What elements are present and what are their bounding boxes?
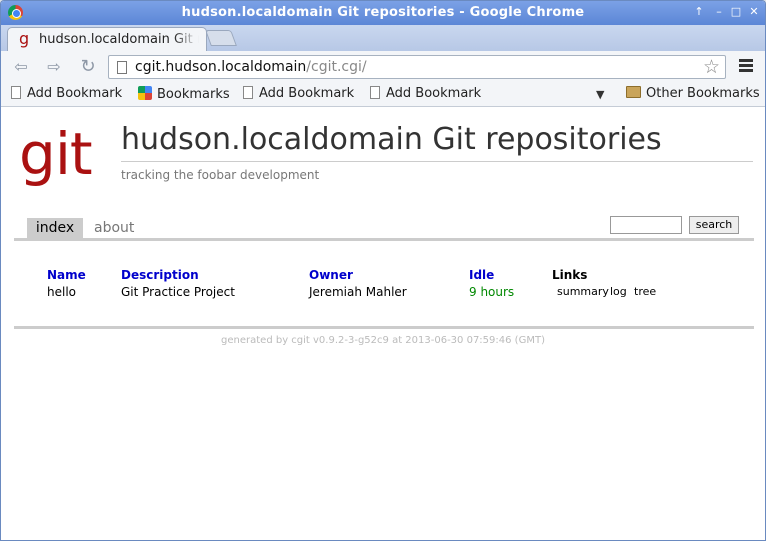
tree-link[interactable]: tree — [634, 285, 656, 298]
column-header-description[interactable]: Description — [121, 268, 199, 282]
maximize-icon[interactable]: □ — [728, 4, 744, 20]
cgit-favicon-icon: g — [19, 29, 30, 48]
repo-description: Git Practice Project — [121, 285, 235, 299]
search-button[interactable]: search — [689, 216, 739, 234]
bookmark-item[interactable]: Add Bookmark — [243, 86, 354, 101]
repo-owner: Jeremiah Mahler — [309, 285, 407, 299]
page-icon — [370, 86, 380, 99]
column-header-owner[interactable]: Owner — [309, 268, 353, 282]
url-text[interactable]: cgit.hudson.localdomain/cgit.cgi/ — [135, 59, 367, 75]
forward-arrow-icon[interactable]: ⇨ — [42, 56, 66, 78]
column-header-idle[interactable]: Idle — [469, 268, 494, 282]
reload-icon[interactable]: ↻ — [76, 56, 100, 78]
close-icon[interactable]: ✕ — [746, 4, 762, 20]
new-tab-button[interactable] — [205, 30, 237, 46]
column-header-name[interactable]: Name — [47, 268, 86, 282]
log-link[interactable]: log — [610, 285, 627, 298]
tab-strip: g hudson.localdomain Git repositories — [1, 25, 765, 51]
bookmark-item[interactable]: Add Bookmark — [11, 86, 122, 101]
page-title: hudson.localdomain Git repositories — [121, 122, 662, 157]
window-up-icon[interactable]: ↑ — [691, 4, 707, 20]
title-divider — [121, 161, 753, 162]
bookmark-star-icon[interactable]: ☆ — [703, 56, 720, 78]
repo-name-link[interactable]: hello — [47, 285, 76, 299]
page-icon — [11, 86, 21, 99]
address-bar[interactable]: cgit.hudson.localdomain/cgit.cgi/ ☆ — [108, 55, 726, 79]
tab-index[interactable]: index — [27, 218, 83, 239]
page-icon — [243, 86, 253, 99]
chevron-down-icon[interactable]: ▼ — [596, 88, 604, 101]
tab-title: hudson.localdomain Git repositories — [39, 32, 199, 47]
cgit-logo[interactable]: git — [19, 122, 93, 186]
browser-window: hudson.localdomain Git repositories - Go… — [0, 0, 766, 541]
tabs-divider — [14, 238, 754, 241]
hamburger-menu-icon[interactable] — [739, 59, 753, 73]
title-bar: hudson.localdomain Git repositories - Go… — [1, 1, 765, 25]
bookmark-item[interactable]: Add Bookmark — [370, 86, 481, 101]
page-content: git hudson.localdomain Git repositories … — [1, 108, 765, 540]
browser-toolbar: ⇦ ⇨ ↻ cgit.hudson.localdomain/cgit.cgi/ … — [1, 51, 765, 83]
page-icon — [117, 61, 127, 74]
column-header-links: Links — [552, 268, 588, 282]
repo-idle: 9 hours — [469, 285, 515, 299]
folder-icon — [626, 86, 641, 98]
browser-tab[interactable]: g hudson.localdomain Git repositories — [7, 27, 207, 51]
page-footer: generated by cgit v0.9.2-3-g52c9 at 2013… — [221, 335, 545, 346]
bookmarks-bar: Add Bookmark Bookmarks Add Bookmark Add … — [1, 83, 765, 107]
page-tabs: index about search — [14, 216, 754, 240]
summary-link[interactable]: summary — [557, 285, 609, 298]
back-arrow-icon[interactable]: ⇦ — [9, 56, 33, 78]
footer-divider — [14, 326, 754, 329]
window-title: hudson.localdomain Git repositories - Go… — [181, 5, 585, 20]
search-input[interactable] — [610, 216, 682, 234]
minimize-icon[interactable]: – — [711, 4, 727, 20]
page-subtitle: tracking the foobar development — [121, 168, 320, 182]
other-bookmarks[interactable]: Other Bookmarks — [626, 86, 760, 101]
tab-about[interactable]: about — [94, 218, 134, 239]
google-icon — [138, 86, 152, 100]
bookmark-item[interactable]: Bookmarks — [138, 86, 230, 102]
